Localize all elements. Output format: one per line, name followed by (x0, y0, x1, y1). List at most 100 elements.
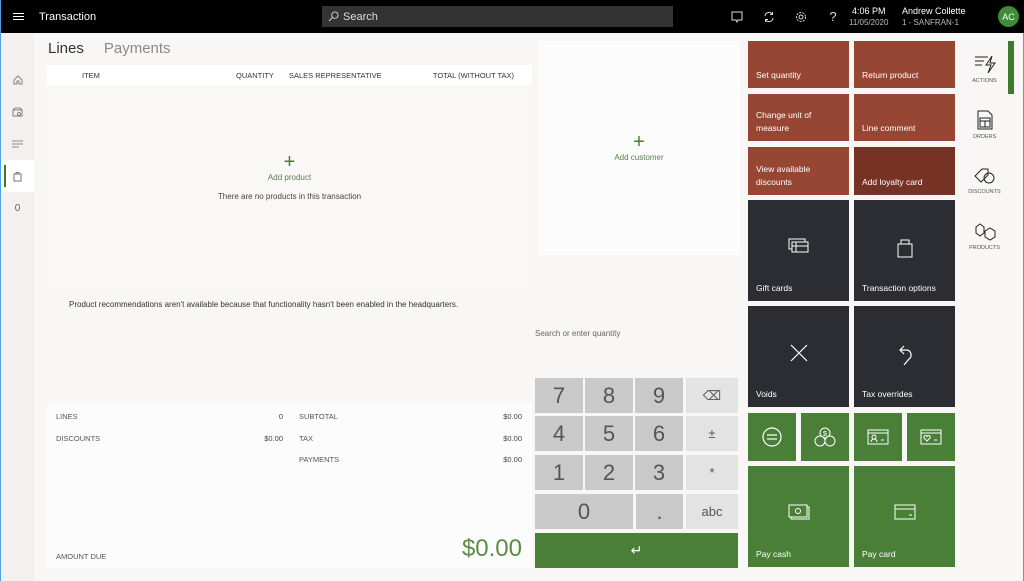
sync-icon (764, 11, 774, 22)
search-input[interactable]: Search (322, 6, 673, 27)
rnav-orders[interactable]: ORDERS (961, 97, 1008, 153)
return-product-button[interactable]: Return product (854, 41, 955, 88)
settings-button[interactable] (785, 11, 817, 23)
add-customer-button[interactable]: + Add customer (538, 132, 740, 162)
avatar[interactable]: AC (998, 6, 1019, 27)
nav-transaction[interactable] (1, 160, 34, 192)
tile-label: View available discounts (756, 164, 811, 187)
rnav-discounts[interactable]: DISCOUNTS (961, 153, 1008, 209)
key-7[interactable]: 7 (535, 378, 583, 413)
key-5[interactable]: 5 (585, 416, 633, 451)
view-available-discounts-button[interactable]: View available discounts (748, 147, 849, 195)
pay-loyalty-card-button[interactable] (907, 413, 955, 461)
amount-due-label: AMOUNT DUE (56, 552, 107, 561)
rnav-label: ACTIONS (972, 78, 997, 84)
key-0[interactable]: 0 (535, 494, 633, 529)
tile-label: Transaction options (862, 283, 936, 293)
settings-icon (796, 11, 806, 22)
transaction-options-button[interactable]: Transaction options (854, 200, 955, 301)
pay-exact-icon (762, 427, 782, 447)
lines-label: LINES (56, 412, 78, 421)
add-loyalty-card-button[interactable]: Add loyalty card (854, 147, 955, 195)
sync-button[interactable] (753, 11, 785, 23)
pay-cash-button[interactable]: Pay cash (748, 466, 849, 567)
lines-header: ITEM QUANTITY SALES REPRESENTATIVE TOTAL… (47, 65, 532, 85)
customer-account-icon (867, 429, 889, 445)
cart-count: 0 (14, 202, 21, 214)
tabs: Lines Payments (48, 40, 171, 57)
column-sales-rep[interactable]: SALES REPRESENTATIVE (289, 71, 382, 80)
rnav-label: DISCOUNTS (968, 189, 1001, 195)
tab-lines[interactable]: Lines (48, 40, 84, 57)
rnav-actions[interactable]: ACTIONS (961, 41, 1008, 97)
user-name: Andrew Collette (902, 6, 966, 16)
key-4[interactable]: 4 (535, 416, 583, 451)
tile-label: Pay cash (756, 549, 791, 559)
orders-icon (977, 110, 992, 130)
pay-exact-button[interactable] (748, 413, 796, 461)
cash-icon (788, 504, 809, 520)
payments-value: $0.00 (503, 455, 522, 464)
lines-value: 0 (278, 412, 283, 421)
feedback-icon (731, 11, 743, 23)
pay-customer-account-button[interactable] (854, 413, 902, 461)
payments-label: PAYMENTS (299, 455, 340, 464)
rnav-label: PRODUCTS (969, 245, 1000, 251)
key-abc[interactable]: abc (686, 494, 738, 529)
help-icon: ? (829, 9, 837, 24)
shopping-bag-icon (897, 239, 912, 258)
actions-active-indicator (1008, 41, 1014, 94)
gift-cards-button[interactable]: Gift cards (748, 200, 849, 301)
column-quantity[interactable]: QUANTITY (236, 71, 274, 80)
line-comment-button[interactable]: Line comment (854, 94, 955, 141)
key-8[interactable]: 8 (585, 378, 633, 413)
datetime: 4:06 PM 11/05/2020 (849, 6, 888, 28)
hamburger-menu-button[interactable] (1, 16, 35, 17)
column-item[interactable]: ITEM (82, 71, 100, 80)
key-plus-minus[interactable]: ± (686, 416, 738, 451)
time: 4:06 PM (851, 6, 886, 16)
key-9[interactable]: 9 (635, 378, 683, 413)
rnav-label: ORDERS (972, 134, 997, 140)
nav-list[interactable] (1, 128, 34, 160)
customer-panel: + Add customer (538, 41, 740, 255)
date: 11/05/2020 (849, 18, 889, 27)
totals-panel: LINES 0 DISCOUNTS $0.00 SUBTOTAL $0.00 T… (47, 403, 532, 568)
nav-store[interactable] (1, 96, 34, 128)
enter-icon: ↵ (630, 542, 643, 558)
user-info[interactable]: Andrew Collette 1 - SANFRAN-1 (902, 6, 966, 28)
key-1[interactable]: 1 (535, 455, 583, 490)
gift-card-icon (788, 238, 808, 253)
pay-currency-button[interactable]: $ (801, 413, 849, 461)
quantity-input[interactable]: Search or enter quantity (535, 329, 620, 338)
tax-value: $0.00 (503, 434, 522, 443)
feedback-button[interactable] (721, 11, 753, 23)
column-total[interactable]: TOTAL (WITHOUT TAX) (433, 71, 514, 80)
key-multiply[interactable]: * (686, 455, 738, 490)
tab-payments[interactable]: Payments (104, 40, 171, 57)
key-6[interactable]: 6 (635, 416, 683, 451)
help-button[interactable]: ? (817, 9, 849, 24)
search-placeholder: Search (343, 10, 378, 23)
tile-label: Return product (862, 70, 919, 80)
tax-overrides-button[interactable]: Tax overrides (854, 306, 955, 407)
key-2[interactable]: 2 (585, 455, 633, 490)
right-nav: ACTIONS ORDERS DISCOUNTS PRODUCTS (961, 41, 1008, 265)
voids-button[interactable]: Voids (748, 306, 849, 407)
nav-cart-count[interactable]: 0 (1, 192, 34, 224)
search-icon (328, 11, 339, 22)
key-3[interactable]: 3 (635, 455, 683, 490)
add-product-button[interactable]: + Add product (47, 152, 532, 182)
key-decimal[interactable]: . (636, 494, 683, 529)
set-quantity-button[interactable]: Set quantity (748, 41, 849, 88)
tile-label: Gift cards (756, 283, 793, 293)
key-backspace[interactable]: ⌫ (686, 378, 738, 413)
nav-home[interactable] (1, 64, 34, 96)
tile-label: Change unit of measure (756, 110, 812, 133)
change-unit-of-measure-button[interactable]: Change unit of measure (748, 94, 849, 141)
pay-card-button[interactable]: Pay card (854, 466, 955, 567)
enter-button[interactable]: ↵ (535, 533, 738, 568)
actions-icon (974, 55, 996, 74)
rnav-products[interactable]: PRODUCTS (961, 209, 1008, 265)
tile-label: Line comment (862, 123, 916, 133)
